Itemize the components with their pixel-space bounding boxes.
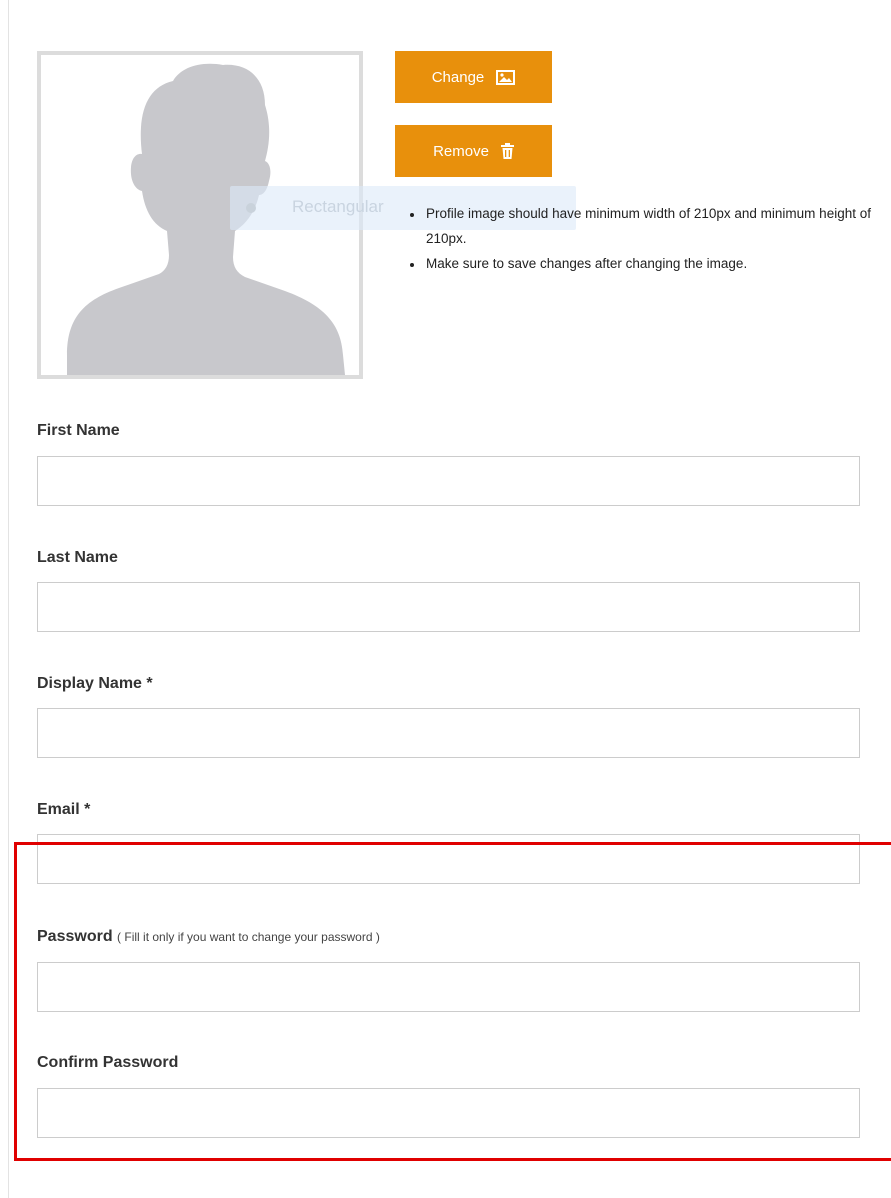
profile-edit-page: Rectangular Change Remove Profile image …: [0, 0, 891, 1198]
first-name-input[interactable]: [37, 456, 860, 506]
password-label-text: Password: [37, 928, 113, 945]
confirm-password-label: Confirm Password: [37, 1054, 179, 1071]
left-divider: [8, 0, 9, 1198]
password-hint: ( Fill it only if you want to change you…: [117, 930, 380, 944]
overlay-dot-icon: [246, 203, 256, 213]
change-image-button[interactable]: Change: [395, 51, 552, 103]
last-name-label: Last Name: [37, 549, 118, 566]
remove-image-button[interactable]: Remove: [395, 125, 552, 177]
password-input[interactable]: [37, 962, 860, 1012]
confirm-password-input[interactable]: [37, 1088, 860, 1138]
overlay-text: Rectangular: [292, 197, 384, 216]
email-label: Email *: [37, 801, 91, 818]
email-input[interactable]: [37, 834, 860, 884]
remove-button-label: Remove: [433, 142, 489, 160]
last-name-input[interactable]: [37, 582, 860, 632]
display-name-label: Display Name *: [37, 675, 153, 692]
first-name-label: First Name: [37, 422, 120, 439]
trash-icon: [500, 143, 514, 159]
image-requirements-list: Profile image should have minimum width …: [410, 201, 880, 276]
display-name-input[interactable]: [37, 708, 860, 758]
image-icon: [496, 69, 516, 85]
list-item: Make sure to save changes after changing…: [410, 251, 880, 276]
list-item: Profile image should have minimum width …: [410, 201, 880, 251]
change-button-label: Change: [431, 68, 485, 86]
password-label: Password ( Fill it only if you want to c…: [37, 928, 380, 946]
